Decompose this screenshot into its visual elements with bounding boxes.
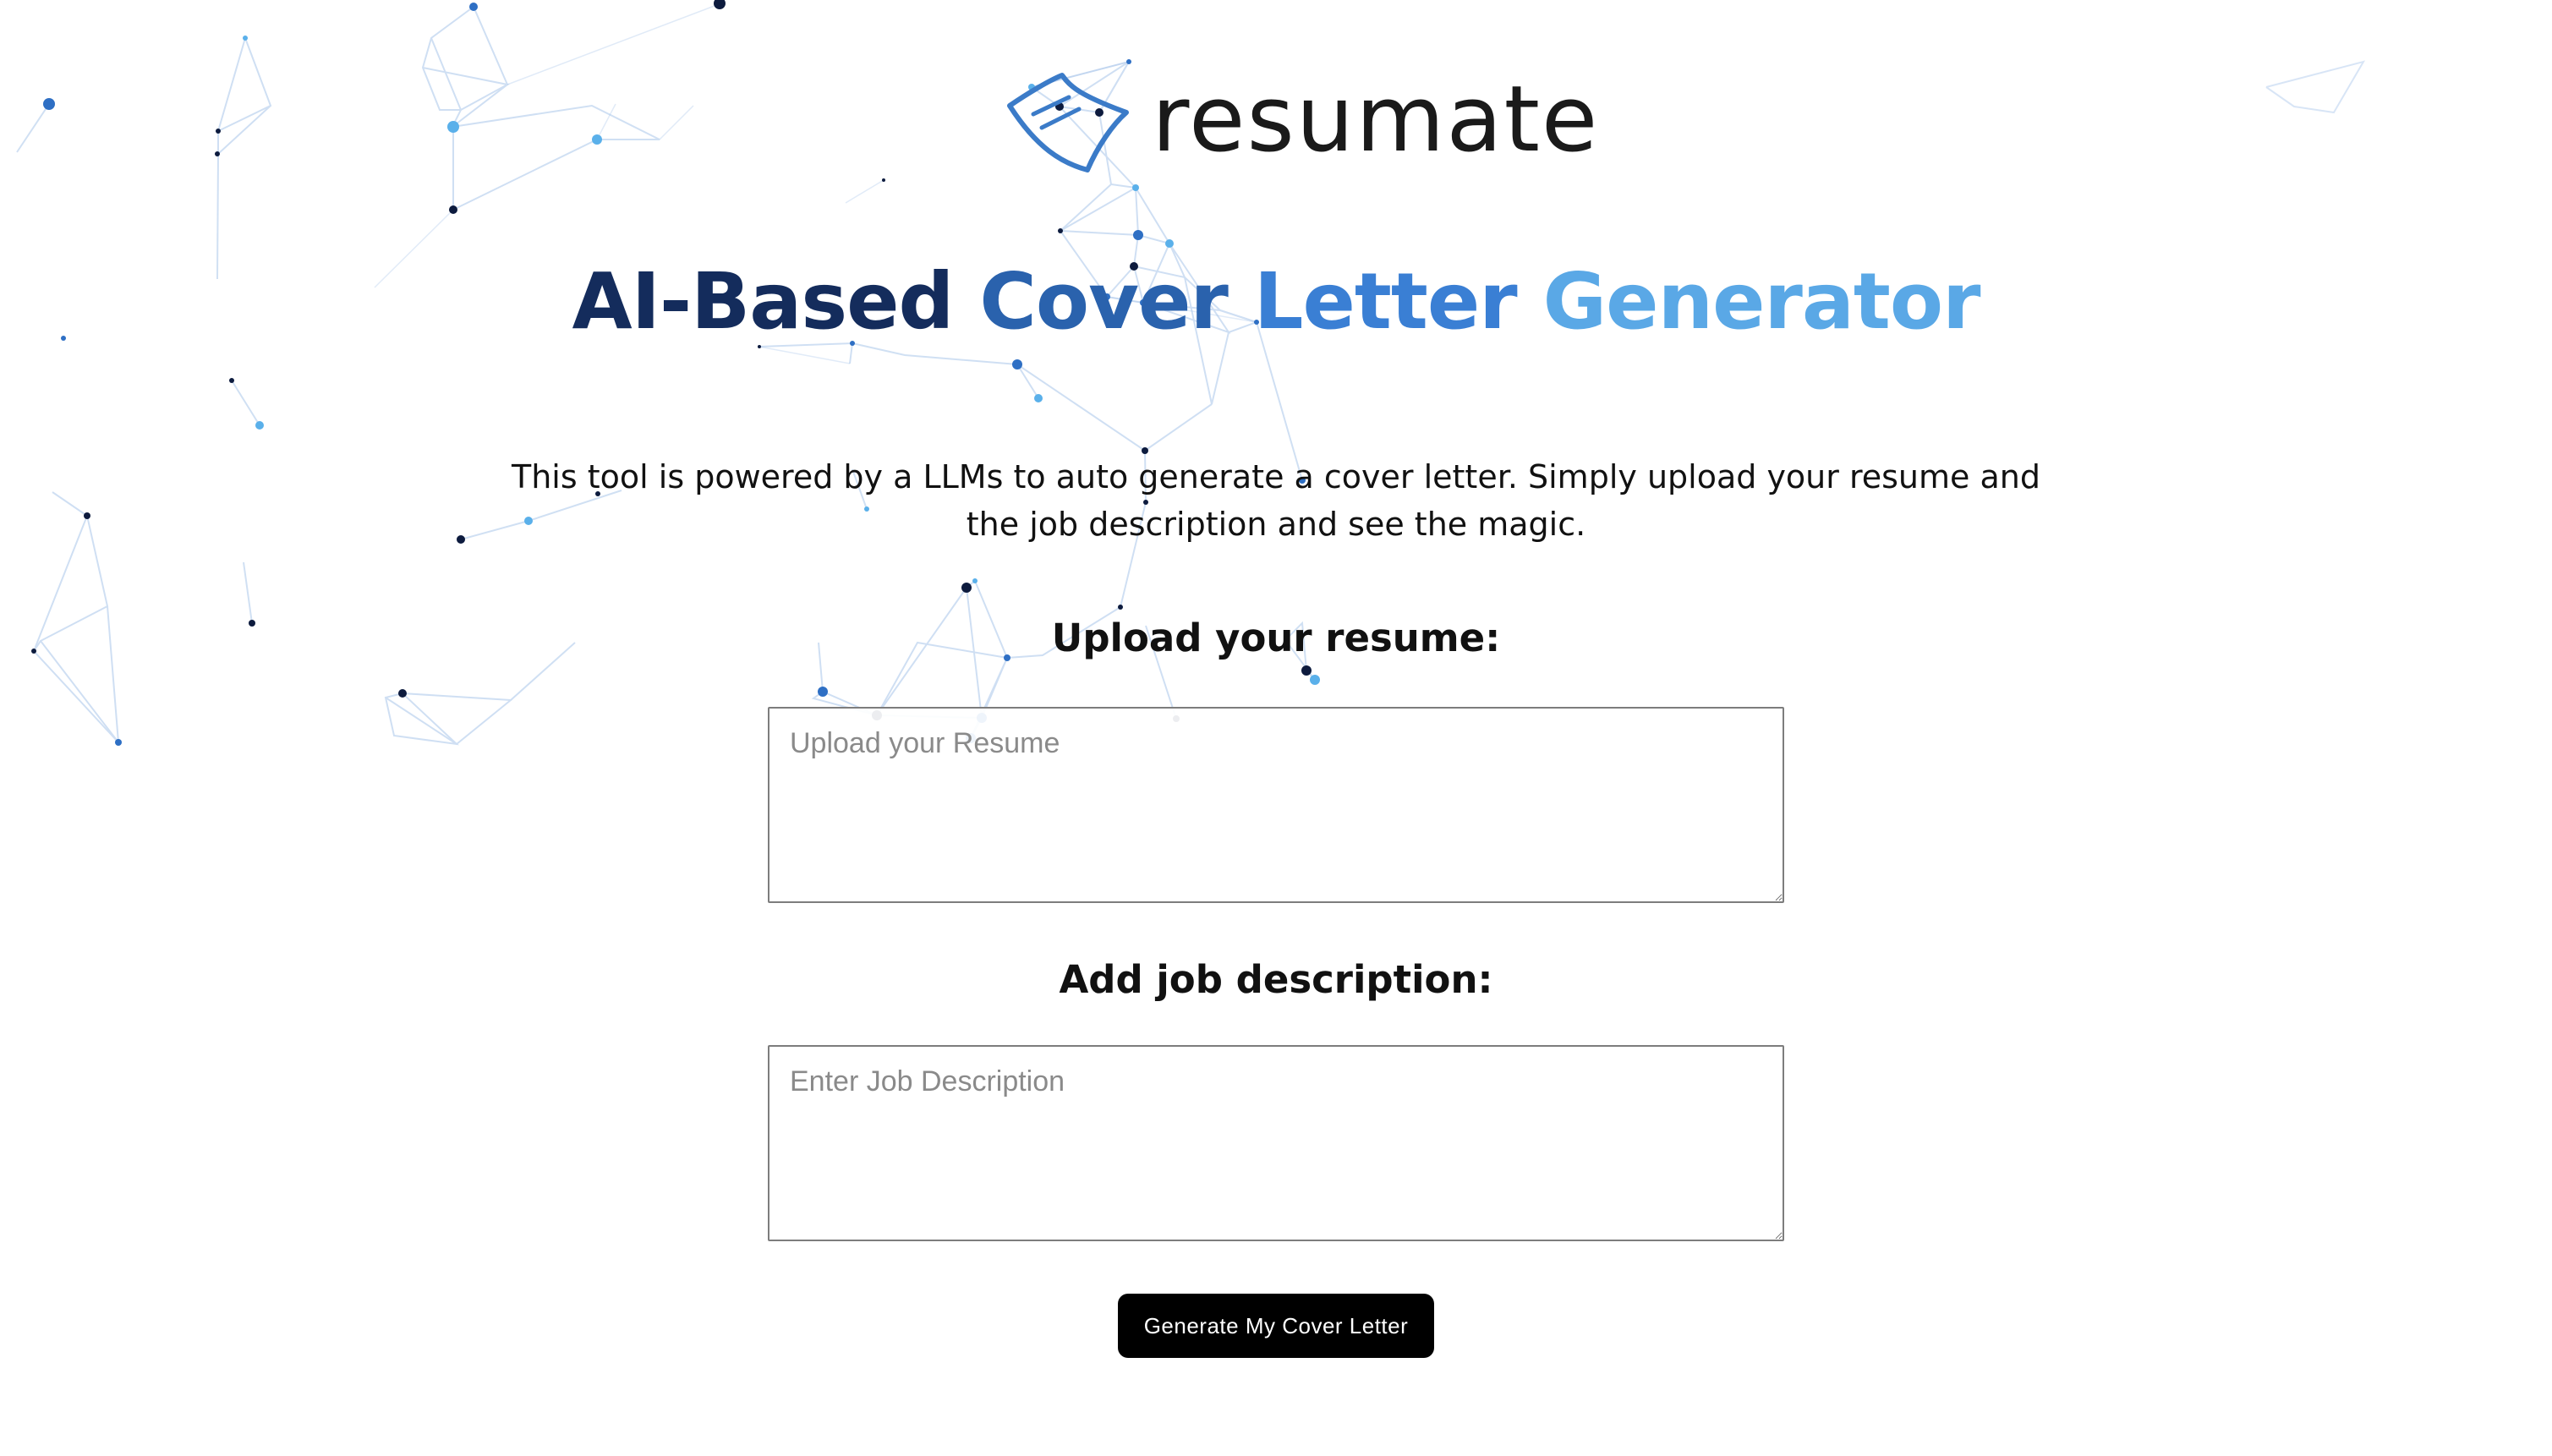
resume-input[interactable] [768, 707, 1784, 903]
logo-text: resumate [1152, 67, 1600, 172]
title-word-1: AI-Based [572, 256, 955, 347]
title-word-4: Generator [1542, 256, 1981, 347]
page: resumate AI-Based Cover Letter Generator… [0, 0, 2552, 1456]
title-word-3: Letter [1253, 256, 1518, 347]
resume-section-label: Upload your resume: [1051, 616, 1501, 660]
page-title: AI-Based Cover Letter Generator [0, 259, 2552, 344]
title-word-2: Cover [979, 256, 1228, 347]
job-description-label: Add job description: [1059, 957, 1493, 1002]
generate-cover-letter-button[interactable]: Generate My Cover Letter [1118, 1294, 1434, 1358]
main-content: resumate AI-Based Cover Letter Generator… [0, 0, 2552, 1456]
app-logo[interactable]: resumate [1003, 68, 1599, 178]
job-description-input[interactable] [768, 1045, 1784, 1241]
intro-description: This tool is powered by a LLMs to auto g… [512, 458, 2040, 543]
paper-note-icon [1003, 72, 1130, 173]
